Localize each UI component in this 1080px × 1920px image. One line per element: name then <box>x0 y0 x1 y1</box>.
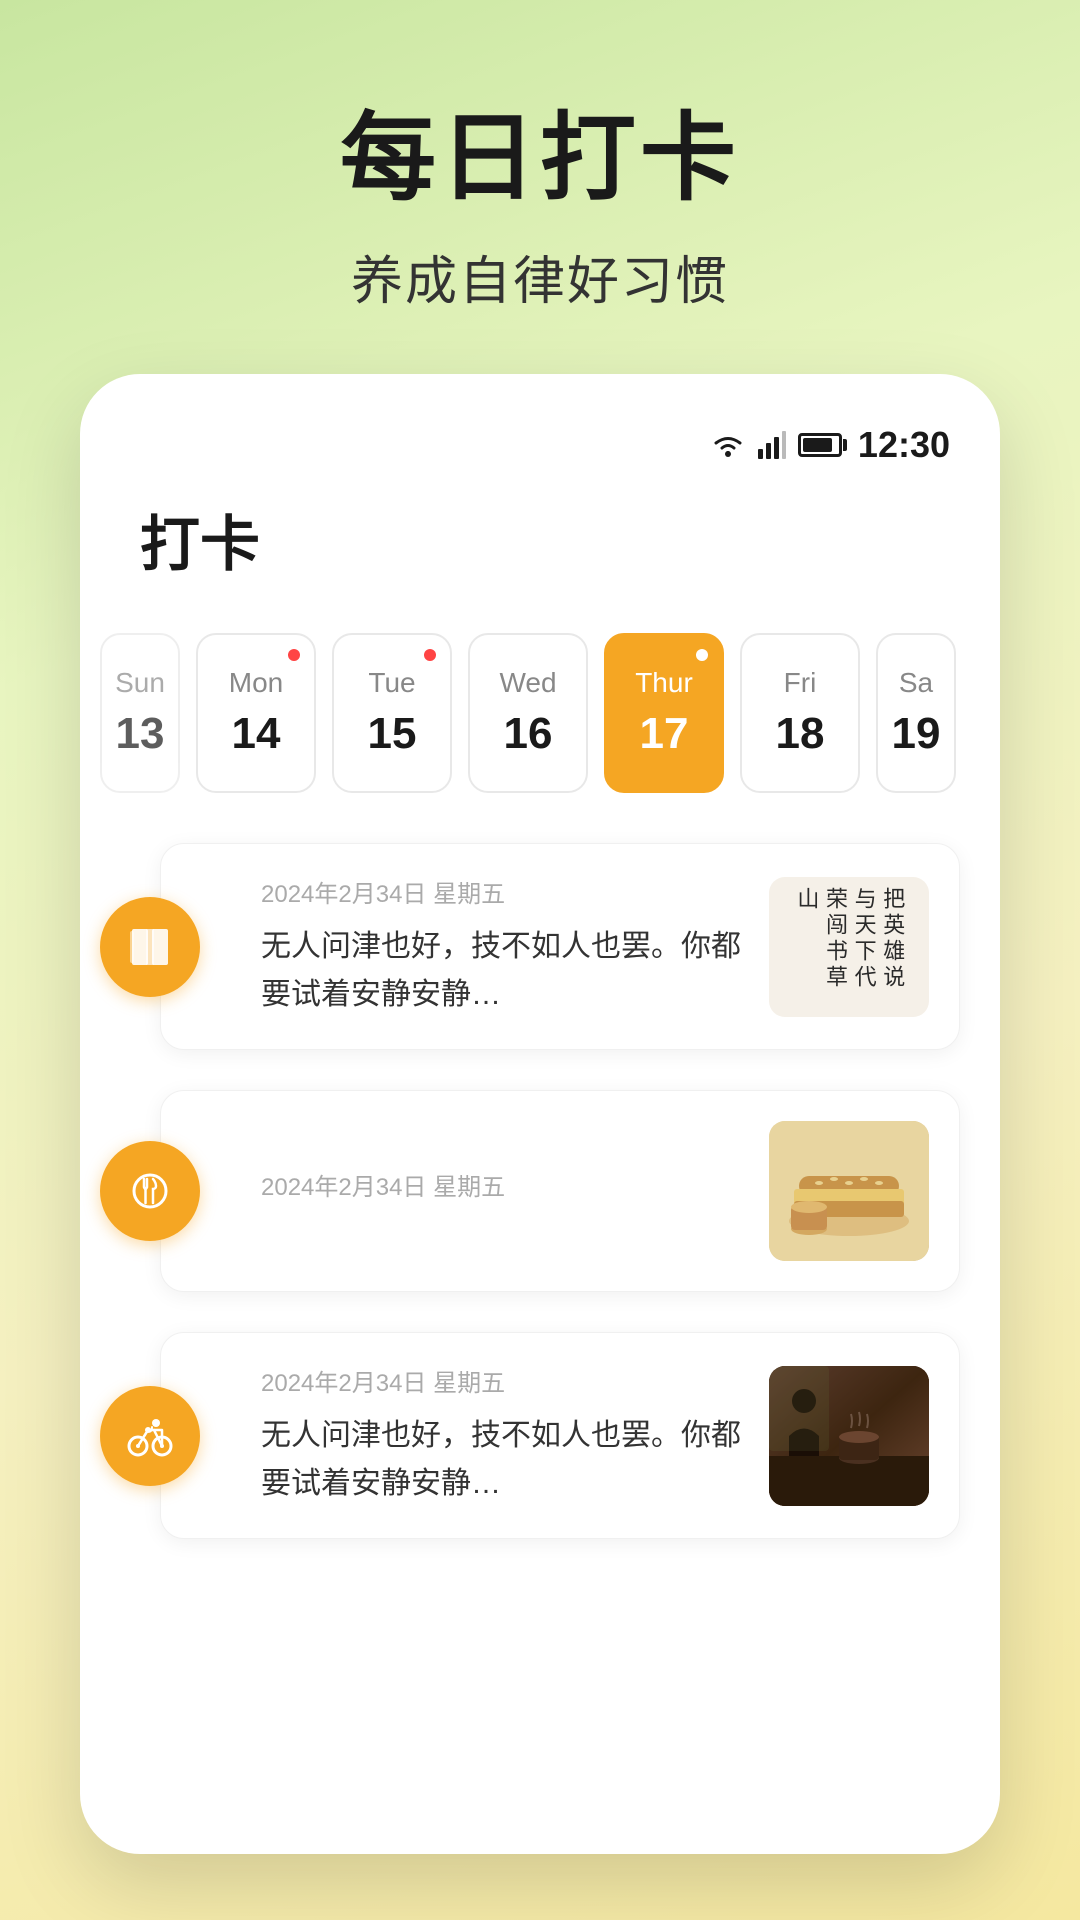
day-name-thur: Thur <box>635 667 693 699</box>
phone-mockup: 12:30 打卡 Sun 13 Mon 14 Tue 15 Wed 16 <box>80 374 1000 1854</box>
battery-fill <box>803 438 832 452</box>
day-name-mon: Mon <box>229 667 283 699</box>
status-icons <box>710 431 842 459</box>
card-image-2 <box>769 1121 929 1261</box>
cafe-visual <box>769 1366 929 1506</box>
calendar-day-tue[interactable]: Tue 15 <box>332 633 452 793</box>
day-name-wed: Wed <box>499 667 556 699</box>
cards-container: 2024年2月34日 星期五 无人问津也好，技不如人也罢。你都要试着安静安静… … <box>80 813 1000 1569</box>
calendar-day-mon[interactable]: Mon 14 <box>196 633 316 793</box>
card-text-1: 无人问津也好，技不如人也罢。你都要试着安静安静… <box>261 923 749 1019</box>
card-1[interactable]: 2024年2月34日 星期五 无人问津也好，技不如人也罢。你都要试着安静安静… … <box>160 843 960 1050</box>
calendar-day-sat[interactable]: Sa 19 <box>876 633 956 793</box>
app-title: 打卡 <box>140 496 940 583</box>
calendar-day-wed[interactable]: Wed 16 <box>468 633 588 793</box>
day-name-fri: Fri <box>784 667 817 699</box>
card-wrapper-1[interactable]: 2024年2月34日 星期五 无人问津也好，技不如人也罢。你都要试着安静安静… … <box>120 843 960 1050</box>
calendar-day-thur[interactable]: Thur 17 <box>604 633 724 793</box>
food-visual <box>769 1121 929 1261</box>
card-wrapper-2[interactable]: 2024年2月34日 星期五 <box>120 1090 960 1292</box>
card-date-1: 2024年2月34日 星期五 <box>261 874 749 909</box>
day-number-mon: 14 <box>232 709 281 759</box>
food-icon <box>124 1165 176 1217</box>
calendar-day-fri[interactable]: Fri 18 <box>740 633 860 793</box>
calligraphy-text: 把英雄说与天下代荣闯书草山 <box>792 887 906 1007</box>
status-time: 12:30 <box>858 424 950 466</box>
calendar-strip[interactable]: Sun 13 Mon 14 Tue 15 Wed 16 Thur 17 Fri <box>80 613 1000 813</box>
battery-container <box>798 433 842 457</box>
card-3[interactable]: 2024年2月34日 星期五 无人问津也好，技不如人也罢。你都要试着安静安静… <box>160 1332 960 1539</box>
day-dot-thur <box>696 649 708 661</box>
day-number-wed: 16 <box>504 709 553 759</box>
hero-subtitle: 养成自律好习惯 <box>351 239 729 314</box>
day-number-sat: 19 <box>892 709 941 759</box>
card-content-1: 2024年2月34日 星期五 无人问津也好，技不如人也罢。你都要试着安静安静… <box>261 874 749 1019</box>
signal-icon <box>758 431 786 459</box>
card-image-3 <box>769 1366 929 1506</box>
day-number-thur: 17 <box>640 709 689 759</box>
day-dot-mon <box>288 649 300 661</box>
card-content-2: 2024年2月34日 星期五 <box>261 1167 749 1216</box>
day-dot-tue <box>424 649 436 661</box>
day-name-sun: Sun <box>115 667 165 699</box>
book-icon <box>124 921 176 973</box>
wifi-icon <box>710 431 746 459</box>
battery-icon <box>798 433 842 457</box>
status-bar: 12:30 <box>80 414 1000 476</box>
hero-title: 每日打卡 <box>340 80 740 219</box>
card-date-3: 2024年2月34日 星期五 <box>261 1363 749 1398</box>
day-name-sat: Sa <box>899 667 933 699</box>
card-icon-cycling[interactable] <box>100 1386 200 1486</box>
card-image-1: 把英雄说与天下代荣闯书草山 <box>769 877 929 1017</box>
day-number-tue: 15 <box>368 709 417 759</box>
card-content-3: 2024年2月34日 星期五 无人问津也好，技不如人也罢。你都要试着安静安静… <box>261 1363 749 1508</box>
card-text-3: 无人问津也好，技不如人也罢。你都要试着安静安静… <box>261 1412 749 1508</box>
app-header: 打卡 <box>80 476 1000 613</box>
cycling-icon <box>124 1410 176 1462</box>
day-number-fri: 18 <box>776 709 825 759</box>
card-wrapper-3[interactable]: 2024年2月34日 星期五 无人问津也好，技不如人也罢。你都要试着安静安静… <box>120 1332 960 1539</box>
calendar-day-sun[interactable]: Sun 13 <box>100 633 180 793</box>
card-2[interactable]: 2024年2月34日 星期五 <box>160 1090 960 1292</box>
card-icon-book[interactable] <box>100 897 200 997</box>
day-name-tue: Tue <box>368 667 415 699</box>
day-number-sun: 13 <box>116 709 165 759</box>
card-icon-food[interactable] <box>100 1141 200 1241</box>
card-date-2: 2024年2月34日 星期五 <box>261 1167 749 1202</box>
